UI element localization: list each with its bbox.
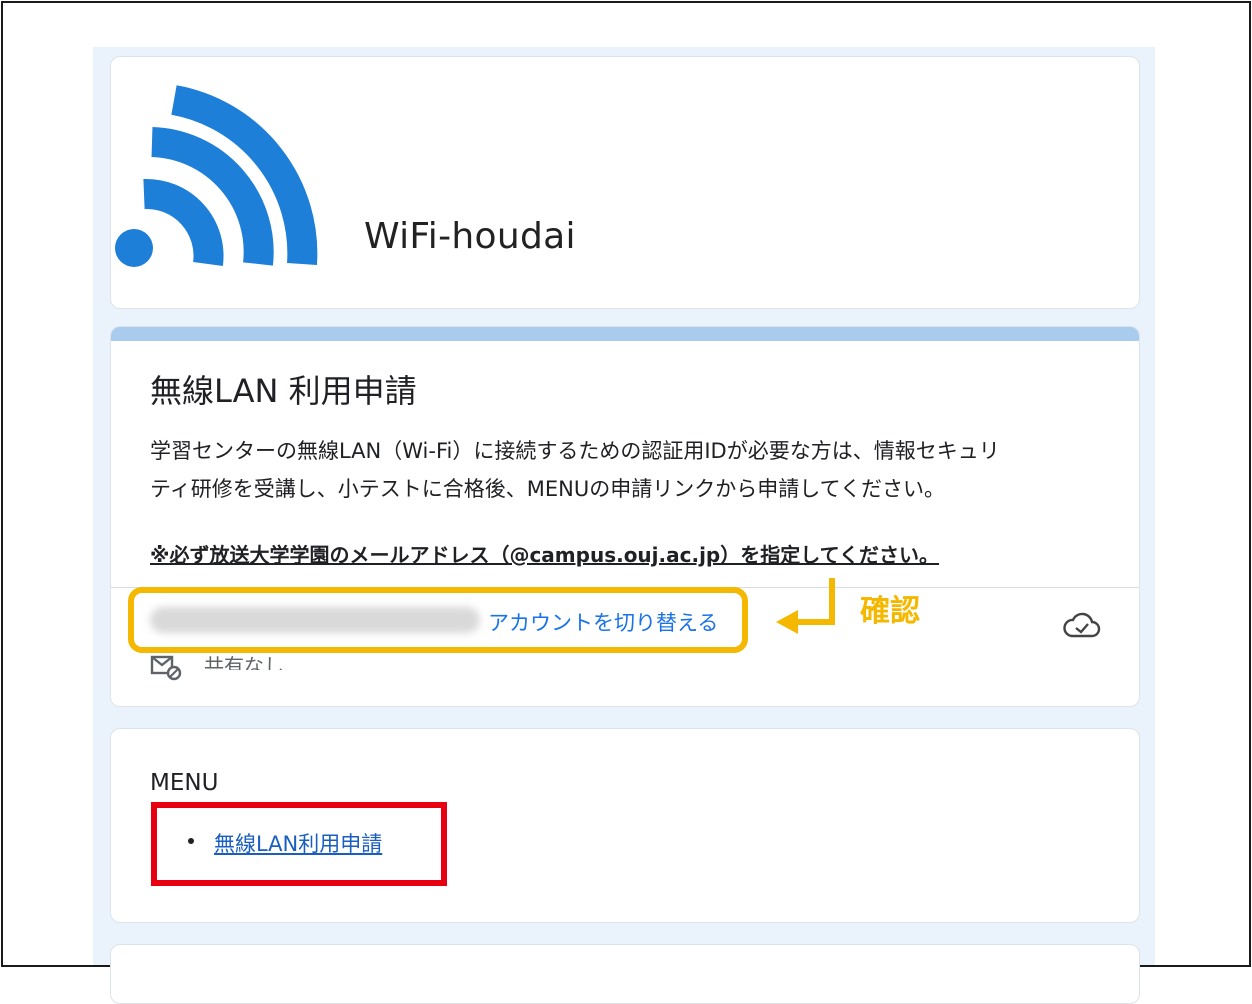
- next-card: [110, 944, 1140, 1004]
- email-notice: ※必ず放送大学学園のメールアドレス（@campus.ouj.ac.jp）を指定し…: [150, 543, 940, 567]
- sharing-status: 共有なし: [204, 654, 284, 670]
- confirm-annotation: 確認: [860, 594, 920, 629]
- cloud-check-icon: [1063, 612, 1101, 638]
- description-line: 学習センターの無線LAN（Wi-Fi）に接続するための認証用IDが必要な方は、情…: [150, 439, 1000, 463]
- menu-highlight-box: [151, 802, 447, 886]
- app-title: WiFi-houdai: [364, 216, 576, 257]
- account-highlight-box: [128, 587, 748, 653]
- wifi-icon: [115, 85, 318, 267]
- menu-heading: MENU: [150, 770, 219, 796]
- form-description: 学習センターの無線LAN（Wi-Fi）に接続するための認証用IDが必要な方は、情…: [150, 432, 1110, 508]
- description-line: ティ研修を受講し、小テストに合格後、MENUの申請リンクから申請してください。: [150, 477, 945, 501]
- form-title: 無線LAN 利用申請: [150, 372, 417, 410]
- arrow-icon: [776, 578, 835, 634]
- card-accent-bar: [111, 327, 1139, 341]
- no-share-icon: [150, 655, 182, 681]
